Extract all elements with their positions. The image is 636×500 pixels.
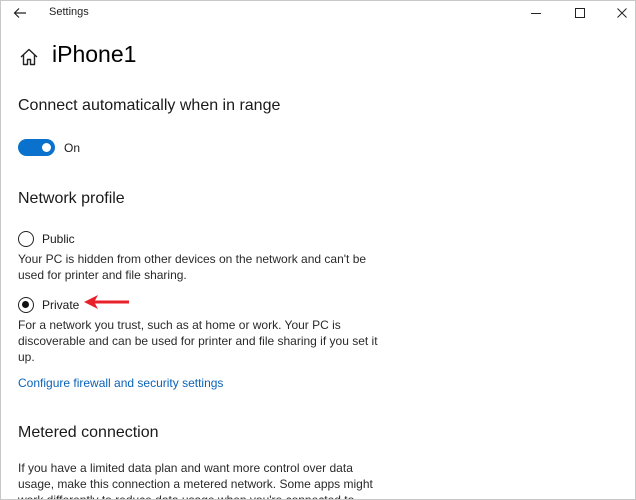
red-arrow-annotation <box>84 295 129 309</box>
minimize-button[interactable] <box>513 1 559 25</box>
radio-private-label[interactable]: Private <box>42 298 79 312</box>
back-button[interactable] <box>9 3 31 23</box>
maximize-button[interactable] <box>557 1 603 25</box>
close-button[interactable] <box>599 1 635 25</box>
auto-connect-toggle[interactable] <box>18 139 55 156</box>
minimize-icon <box>531 13 541 14</box>
radio-public-label[interactable]: Public <box>42 232 75 246</box>
back-arrow-icon <box>13 8 26 18</box>
toggle-knob <box>42 143 51 152</box>
window-title: Settings <box>49 6 89 18</box>
toggle-state-label: On <box>64 141 81 155</box>
radio-selected-dot <box>22 301 29 308</box>
radio-private[interactable] <box>18 297 34 313</box>
auto-connect-heading: Connect automatically when in range <box>18 97 281 114</box>
home-icon[interactable] <box>18 46 40 68</box>
metered-heading: Metered connection <box>18 424 159 441</box>
radio-public[interactable] <box>18 231 34 247</box>
title-bar: Settings <box>1 1 635 25</box>
maximize-icon <box>575 8 585 18</box>
metered-description: If you have a limited data plan and want… <box>18 461 373 500</box>
network-profile-heading: Network profile <box>18 190 125 207</box>
private-description: For a network you trust, such as at home… <box>18 318 378 364</box>
close-icon <box>617 8 627 18</box>
page-title: iPhone1 <box>52 41 137 67</box>
firewall-settings-link[interactable]: Configure firewall and security settings <box>18 376 223 390</box>
settings-window: Settings iPhone1 Connect automatically w… <box>0 0 636 500</box>
public-description: Your PC is hidden from other devices on … <box>18 252 367 282</box>
